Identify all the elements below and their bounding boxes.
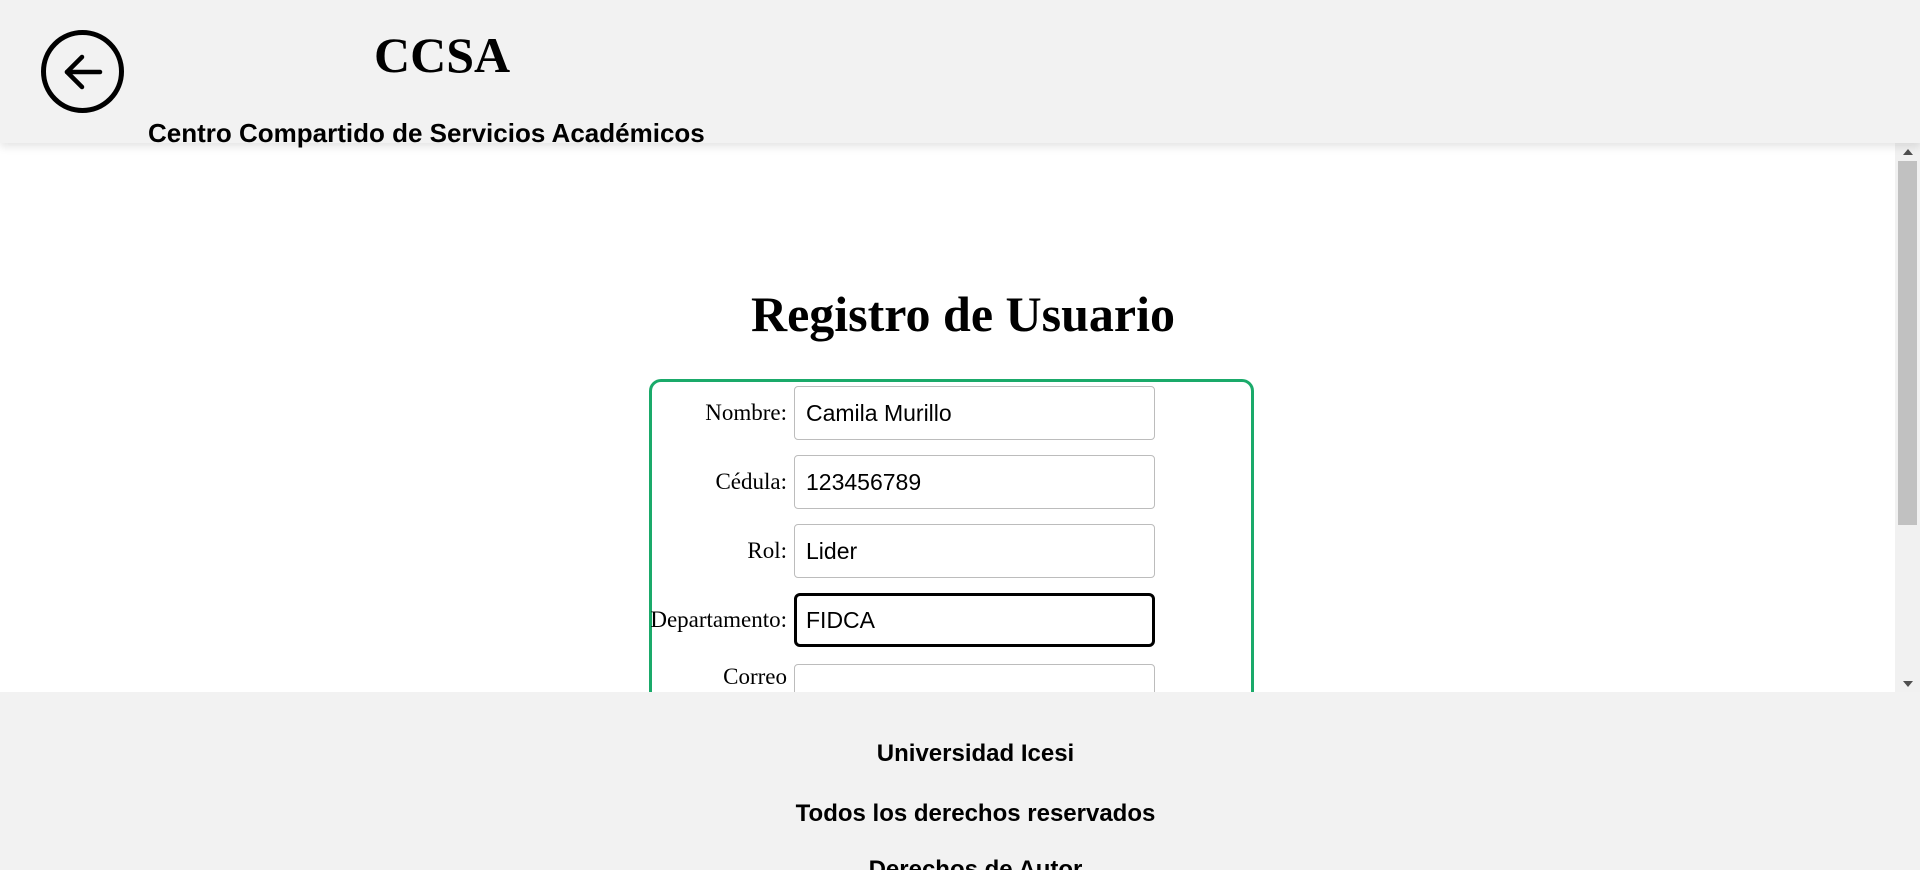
- footer-university: Universidad Icesi: [876, 740, 1075, 767]
- form-row-rol: Rol:: [652, 524, 1251, 578]
- scroll-thumb[interactable]: [1898, 161, 1917, 525]
- brand-title: CCSA: [374, 27, 511, 83]
- footer-rights: Todos los derechos reservados: [795, 800, 1156, 827]
- arrow-left-icon: [64, 54, 102, 89]
- triangle-down-icon: [1902, 680, 1913, 687]
- vertical-scrollbar[interactable]: [1895, 143, 1920, 692]
- registration-form: Nombre: Cédula: Rol: Departamento: Corre…: [649, 379, 1254, 692]
- rol-label: Rol:: [747, 538, 787, 563]
- form-row-correo: Correo Electronico:: [652, 664, 1251, 692]
- header: CCSA Centro Compartido de Servicios Acad…: [0, 0, 1920, 148]
- brand-subtitle: Centro Compartido de Servicios Académico…: [148, 118, 705, 148]
- correo-label: Correo Electronico:: [675, 664, 787, 692]
- nombre-label: Nombre:: [705, 400, 787, 425]
- cedula-input[interactable]: [794, 455, 1155, 509]
- rol-input[interactable]: [794, 524, 1155, 578]
- footer-copyright: Derechos de Autor: [868, 856, 1083, 870]
- departamento-input[interactable]: [794, 593, 1155, 647]
- correo-input[interactable]: [794, 664, 1155, 692]
- form-row-cedula: Cédula:: [652, 455, 1251, 509]
- triangle-up-icon: [1902, 148, 1913, 155]
- departamento-label: Departamento:: [650, 607, 787, 632]
- back-button[interactable]: [41, 30, 124, 113]
- main-content: Registro de Usuario Nombre: Cédula: Rol:…: [0, 143, 1895, 692]
- nombre-input[interactable]: [794, 386, 1155, 440]
- cedula-label: Cédula:: [715, 469, 787, 494]
- footer: Universidad Icesi Todos los derechos res…: [0, 692, 1920, 870]
- page-title: Registro de Usuario: [750, 286, 1176, 342]
- form-row-departamento: Departamento:: [650, 593, 1251, 647]
- form-row-nombre: Nombre:: [652, 386, 1251, 440]
- scroll-up-arrow[interactable]: [1895, 143, 1920, 160]
- scroll-down-arrow[interactable]: [1895, 675, 1920, 692]
